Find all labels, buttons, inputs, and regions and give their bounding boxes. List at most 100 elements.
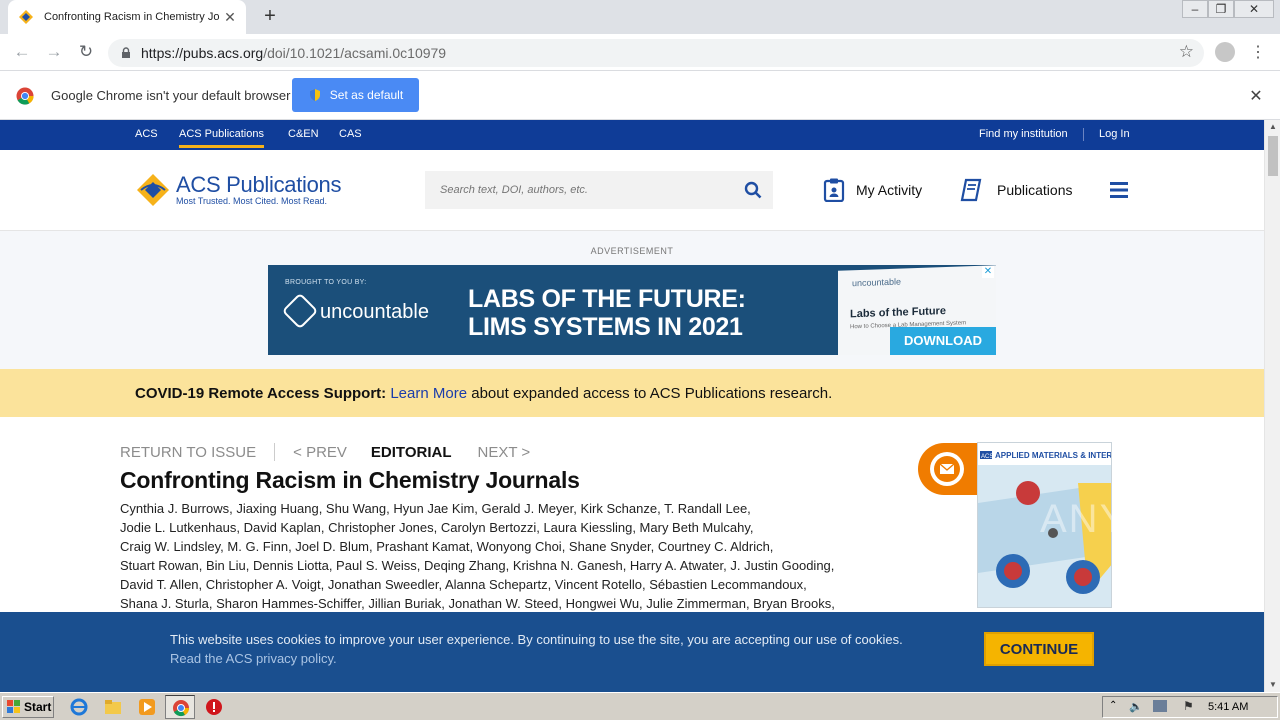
ad-close-icon[interactable]: ✕ xyxy=(982,266,994,278)
ad-brought-by: BROUGHT TO YOU BY: xyxy=(285,279,367,286)
flag-icon[interactable]: ⚑ xyxy=(1183,699,1194,713)
lock-icon xyxy=(122,47,130,58)
tab-title: Confronting Racism in Chemistry Journals xyxy=(44,11,220,23)
acs-favicon-icon xyxy=(19,10,33,24)
windows-taskbar: Start ⌃ 🔈 ⚑ 5:41 AM xyxy=(0,692,1280,720)
browser-tab[interactable]: Confronting Racism in Chemistry Journals… xyxy=(8,0,246,34)
set-default-label: Set as default xyxy=(329,88,404,102)
login-link[interactable]: Log In xyxy=(1099,128,1130,140)
cover-brand: ACS xyxy=(981,454,993,460)
browser-toolbar: ← → ↻ https://pubs.acs.org/doi/10.1021/a… xyxy=(0,34,1280,71)
tab-close-icon[interactable]: ✕ xyxy=(222,9,238,25)
chrome-taskbar-button[interactable] xyxy=(165,695,195,719)
topnav-item-acs-publications[interactable]: ACS Publications xyxy=(179,128,264,148)
next-link[interactable]: NEXT > xyxy=(477,444,530,461)
bookmark-star-icon[interactable]: ☆ xyxy=(1179,42,1194,62)
media-player-icon[interactable] xyxy=(138,698,156,716)
cookie-banner: This website uses cookies to improve you… xyxy=(0,612,1264,692)
advertisement-area: ADVERTISEMENT BROUGHT TO YOU BY: uncount… xyxy=(0,231,1264,369)
uncountable-logo-icon xyxy=(281,292,319,330)
logo-tagline: Most Trusted. Most Cited. Most Read. xyxy=(176,196,328,206)
author-line[interactable]: Stuart Rowan, Bin Liu, Dennis Liotta, Pa… xyxy=(120,556,890,575)
window-close-button[interactable]: ✕ xyxy=(1234,0,1274,18)
shield-icon xyxy=(309,89,320,101)
folder-icon[interactable] xyxy=(104,698,122,716)
infobar-text: Google Chrome isn't your default browser xyxy=(51,88,291,103)
acs-logo-icon[interactable] xyxy=(135,172,171,208)
envelope-icon xyxy=(934,456,960,482)
author-list: Cynthia J. Burrows, Jiaxing Huang, Shu W… xyxy=(120,499,890,613)
author-line[interactable]: Jodie L. Lutkenhaus, David Kaplan, Chris… xyxy=(120,518,890,537)
covid-text: COVID-19 Remote Access Support: Learn Mo… xyxy=(135,385,833,402)
system-tray: ⌃ 🔈 ⚑ xyxy=(1102,696,1278,718)
network-icon[interactable] xyxy=(1153,700,1167,712)
author-line[interactable]: Shana J. Sturla, Sharon Hammes-Schiffer,… xyxy=(120,594,890,613)
author-line[interactable]: Craig W. Lindsley, M. G. Finn, Joel D. B… xyxy=(120,537,890,556)
stop-icon[interactable] xyxy=(205,698,223,716)
profile-avatar-icon[interactable] xyxy=(1215,42,1235,62)
anyrun-watermark: ANY RUN xyxy=(1040,497,1234,541)
forward-arrow-icon[interactable]: → xyxy=(44,42,64,62)
scroll-up-icon[interactable]: ▲ xyxy=(1265,120,1280,134)
email-alert-button[interactable] xyxy=(918,443,978,495)
window-maximize-button[interactable]: ❐ xyxy=(1208,0,1234,18)
cover-title: APPLIED MATERIALS & INTERFACES xyxy=(995,451,1112,460)
ad-brand: uncountable xyxy=(320,301,429,323)
page-viewport: ACS ACS Publications C&EN CAS Find my in… xyxy=(0,120,1264,692)
set-default-button[interactable]: Set as default xyxy=(292,78,419,112)
window-minimize-button[interactable]: ‒ xyxy=(1182,0,1208,18)
cookie-text: This website uses cookies to improve you… xyxy=(170,632,903,666)
reload-icon[interactable]: ↻ xyxy=(76,42,96,62)
url-text: https://pubs.acs.org/doi/10.1021/acsami.… xyxy=(141,45,447,61)
tray-expand-icon[interactable]: ⌃ xyxy=(1109,700,1117,711)
acs-top-nav: ACS ACS Publications C&EN CAS Find my in… xyxy=(0,120,1264,150)
volume-icon[interactable]: 🔈 xyxy=(1129,700,1143,713)
default-browser-infobar: Google Chrome isn't your default browser… xyxy=(0,72,1280,120)
author-line[interactable]: David T. Allen, Christopher A. Voigt, Jo… xyxy=(120,575,890,594)
advertisement-label: ADVERTISEMENT xyxy=(590,246,674,256)
article-type: EDITORIAL xyxy=(370,443,452,461)
clipboard-icon[interactable] xyxy=(823,178,845,202)
browser-titlebar: Confronting Racism in Chemistry Journals… xyxy=(0,0,1280,34)
search-input[interactable] xyxy=(425,171,773,209)
article-title: Confronting Racism in Chemistry Journals xyxy=(120,467,580,493)
ad-headline: LABS OF THE FUTURE: LIMS SYSTEMS IN 2021 xyxy=(468,285,746,341)
scroll-thumb[interactable] xyxy=(1268,136,1278,176)
site-header: ACS Publications Most Trusted. Most Cite… xyxy=(0,150,1264,231)
chrome-logo-icon xyxy=(16,87,34,105)
find-institution-link[interactable]: Find my institution xyxy=(979,128,1068,140)
privacy-policy-link[interactable]: Read the ACS privacy policy. xyxy=(170,651,337,666)
topnav-divider xyxy=(1083,128,1084,141)
search-icon[interactable] xyxy=(744,181,762,199)
return-to-issue-link[interactable]: RETURN TO ISSUE xyxy=(120,444,256,461)
topnav-item-acs[interactable]: ACS xyxy=(135,128,158,140)
page-scrollbar[interactable]: ▲ ▼ xyxy=(1264,120,1280,692)
chrome-icon xyxy=(173,700,190,717)
infobar-close-icon[interactable]: ✕ xyxy=(1248,86,1264,106)
new-tab-button[interactable]: + xyxy=(260,6,280,26)
scroll-down-icon[interactable]: ▼ xyxy=(1265,678,1280,692)
ad-banner[interactable]: BROUGHT TO YOU BY: uncountable LABS OF T… xyxy=(268,265,996,355)
article-navigation: RETURN TO ISSUE < PREV EDITORIAL NEXT > xyxy=(120,443,530,461)
ad-download-button[interactable]: DOWNLOAD xyxy=(890,327,996,355)
learn-more-link[interactable]: Learn More xyxy=(390,385,467,402)
hamburger-menu-icon[interactable] xyxy=(1110,182,1128,198)
taskbar-clock[interactable]: 5:41 AM xyxy=(1208,701,1248,713)
author-line[interactable]: Cynthia J. Burrows, Jiaxing Huang, Shu W… xyxy=(120,499,890,518)
ie-icon[interactable] xyxy=(70,698,88,716)
windows-logo-icon xyxy=(7,700,20,713)
address-bar[interactable]: https://pubs.acs.org/doi/10.1021/acsami.… xyxy=(108,39,1204,67)
back-arrow-icon[interactable]: ← xyxy=(12,42,32,62)
logo-title[interactable]: ACS Publications xyxy=(176,172,341,198)
chrome-menu-icon[interactable]: ⋮ xyxy=(1250,42,1266,62)
my-activity-link[interactable]: My Activity xyxy=(856,182,922,198)
publications-link[interactable]: Publications xyxy=(997,182,1073,198)
cookie-continue-button[interactable]: CONTINUE xyxy=(984,632,1094,666)
start-button[interactable]: Start xyxy=(2,696,54,718)
topnav-item-cen[interactable]: C&EN xyxy=(288,128,319,140)
book-icon[interactable] xyxy=(960,178,982,202)
nav-divider xyxy=(274,443,276,461)
prev-link[interactable]: < PREV xyxy=(293,444,347,461)
covid-banner: COVID-19 Remote Access Support: Learn Mo… xyxy=(0,369,1264,417)
topnav-item-cas[interactable]: CAS xyxy=(339,128,362,140)
